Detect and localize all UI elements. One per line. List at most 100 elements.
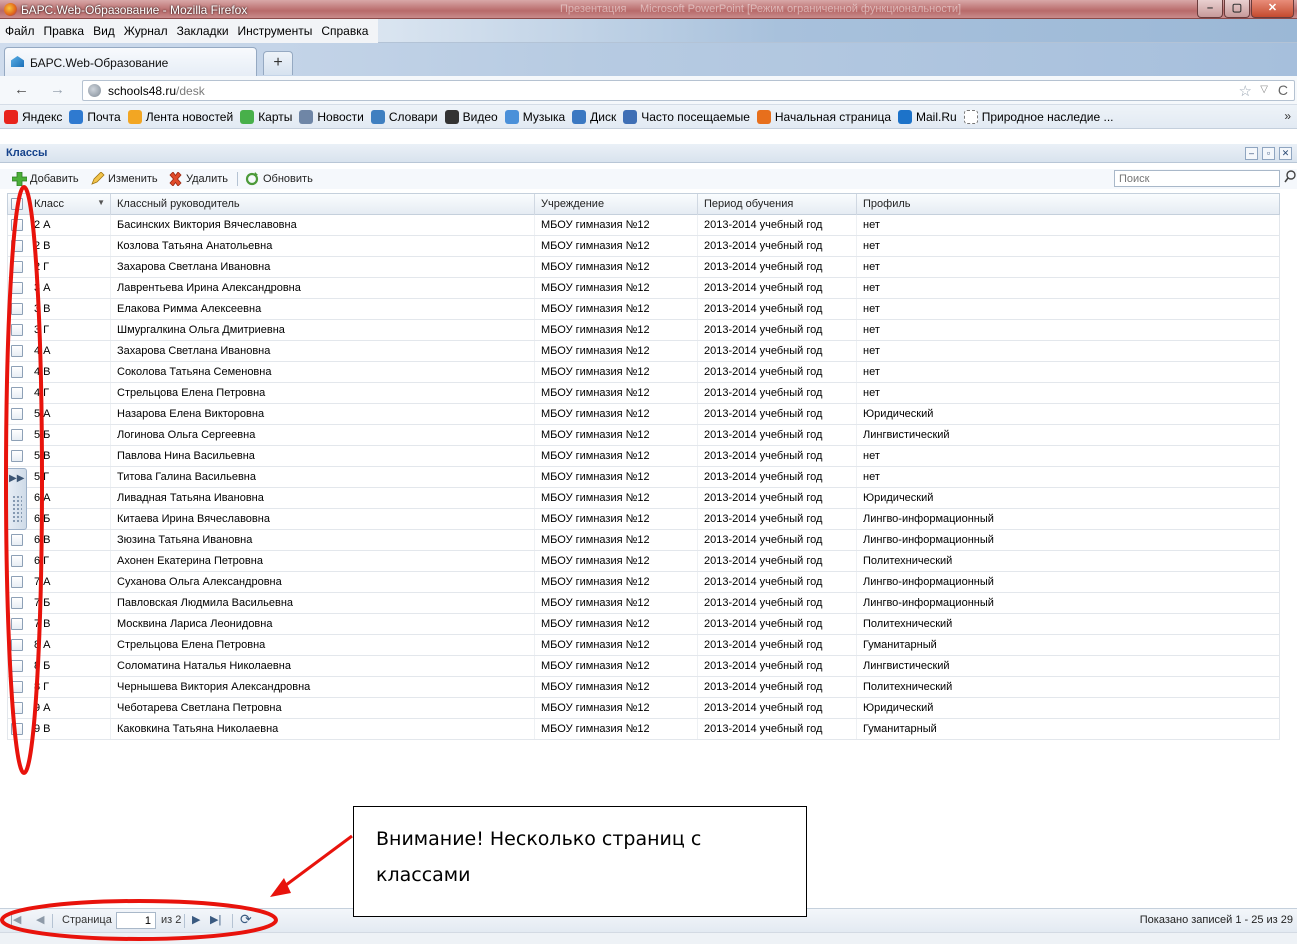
table-row[interactable]: 3 Г Шмургалкина Ольга Дмитриевна МБОУ гимн… [7, 320, 1280, 341]
bookmark-item[interactable]: Диск [572, 110, 616, 124]
side-panel-expand-handle[interactable]: ▶▶ [5, 468, 27, 530]
search-icon[interactable] [1284, 170, 1296, 186]
table-row[interactable]: 9 В Каковкина Татьяна Николаевна МБОУ гимн… [7, 719, 1280, 740]
table-row[interactable]: 3 В Елакова Римма Алексеевна МБОУ гимназия… [7, 299, 1280, 320]
table-row[interactable]: 5 А Назарова Елена Викторовна МБОУ гимнази… [7, 404, 1280, 425]
row-checkbox[interactable] [11, 618, 23, 630]
bookmark-item[interactable]: Словари [370, 110, 438, 124]
table-row[interactable]: 2 А Басинских Виктория Вячеславовна МБОУ г… [7, 215, 1280, 236]
table-row[interactable]: 7 Б Павловская Людмила Васильевна МБОУ гим… [7, 593, 1280, 614]
bookmark-item[interactable]: Часто посещаемые [623, 110, 750, 124]
table-row[interactable]: 8 Б Соломатина Наталья Николаевна МБОУ гим… [7, 656, 1280, 677]
row-checkbox[interactable] [11, 450, 23, 462]
row-checkbox[interactable] [11, 576, 23, 588]
table-row[interactable]: 7 В Москвина Лариса Леонидовна МБОУ гимназ… [7, 614, 1280, 635]
panel-minimize-icon[interactable]: – [1245, 147, 1258, 160]
history-dropdown-icon[interactable]: ▽ [1260, 84, 1268, 95]
row-checkbox[interactable] [11, 219, 23, 231]
row-checkbox[interactable] [11, 681, 23, 693]
table-row[interactable]: 7 А Суханова Ольга Александровна МБОУ гимн… [7, 572, 1280, 593]
column-header-institution[interactable]: Учреждение [535, 194, 698, 215]
next-page-icon[interactable]: ▶ [192, 913, 200, 926]
menu-view[interactable]: Вид [88, 19, 119, 43]
row-checkbox[interactable] [11, 429, 23, 441]
bookmark-item[interactable]: Видео [444, 110, 498, 124]
bookmark-item[interactable]: Музыка [504, 110, 565, 124]
forward-arrow-icon[interactable]: → [50, 81, 65, 98]
back-arrow-icon[interactable]: ← [14, 81, 29, 98]
table-row[interactable]: 2 В Козлова Татьяна Анатольевна МБОУ гимна… [7, 236, 1280, 257]
table-row[interactable]: 4 А Захарова Светлана Ивановна МБОУ гимназ… [7, 341, 1280, 362]
table-row[interactable]: 5 В Павлова Нина Васильевна МБОУ гимназия … [7, 446, 1280, 467]
row-checkbox[interactable] [11, 261, 23, 273]
reload-icon[interactable]: C [1278, 82, 1288, 98]
row-checkbox[interactable] [11, 303, 23, 315]
table-row[interactable]: 6 А Ливадная Татьяна Ивановна МБОУ гимнази… [7, 488, 1280, 509]
table-row[interactable]: 9 А Чеботарева Светлана Петровна МБОУ гимн… [7, 698, 1280, 719]
table-row[interactable]: 3 А Лаврентьева Ирина Александровна МБОУ г… [7, 278, 1280, 299]
menu-help[interactable]: Справка [316, 19, 372, 43]
table-row[interactable]: 4 В Соколова Татьяна Семеновна МБОУ гимназ… [7, 362, 1280, 383]
last-page-icon[interactable]: ▶| [210, 913, 221, 926]
first-page-icon[interactable]: |◀ [10, 913, 21, 926]
bookmark-item[interactable]: Начальная страница [756, 110, 891, 124]
address-bar[interactable]: schools48.ru/desk ☆ ▽ C [82, 80, 1295, 101]
add-button[interactable]: Добавить [11, 171, 79, 187]
refresh-button[interactable]: Обновить [245, 172, 313, 186]
row-checkbox[interactable] [11, 534, 23, 546]
maximize-button[interactable]: ▢ [1224, 0, 1250, 18]
row-checkbox[interactable] [11, 387, 23, 399]
menu-edit[interactable]: Правка [39, 19, 89, 43]
menu-bookmarks[interactable]: Закладки [172, 19, 233, 43]
close-button[interactable]: ✕ [1251, 0, 1294, 18]
bookmark-item[interactable]: Mail.Ru [898, 110, 957, 124]
bookmark-item[interactable]: Природное наследие ... [963, 110, 1114, 124]
table-row[interactable]: 5 Б Логинова Ольга Сергеевна МБОУ гимназия… [7, 425, 1280, 446]
table-row[interactable]: 5 Г Титова Галина Васильевна МБОУ гимназия… [7, 467, 1280, 488]
panel-maximize-icon[interactable]: ▫ [1262, 147, 1275, 160]
table-row[interactable]: 8 Г Чернышева Виктория Александровна МБОУ … [7, 677, 1280, 698]
bookmarks-overflow-icon[interactable]: » [1284, 109, 1291, 123]
column-header-profile[interactable]: Профиль [857, 194, 1279, 215]
bookmark-item[interactable]: Карты [240, 110, 292, 124]
select-all-checkbox[interactable] [11, 198, 23, 210]
refresh-page-icon[interactable]: ⟳ [240, 911, 252, 928]
new-tab-button[interactable]: + [263, 51, 293, 75]
column-header-class[interactable]: Класс ▼ [28, 194, 111, 215]
row-checkbox[interactable] [11, 408, 23, 420]
table-row[interactable]: 6 Г Ахонен Екатерина Петровна МБОУ гимнази… [7, 551, 1280, 572]
previous-page-icon[interactable]: ◀ [36, 913, 44, 926]
row-checkbox[interactable] [11, 324, 23, 336]
row-checkbox[interactable] [11, 366, 23, 378]
edit-button[interactable]: Изменить [90, 171, 158, 186]
bookmark-item[interactable]: Яндекс [4, 110, 62, 124]
table-row[interactable]: 4 Г Стрельцова Елена Петровна МБОУ гимнази… [7, 383, 1280, 404]
page-number-input[interactable] [116, 912, 156, 929]
row-checkbox[interactable] [11, 723, 23, 735]
column-header-teacher[interactable]: Классный руководитель [111, 194, 535, 215]
menu-history[interactable]: Журнал [119, 19, 172, 43]
bookmark-item[interactable]: Новости [299, 110, 364, 124]
column-header-period[interactable]: Период обучения [698, 194, 857, 215]
row-checkbox[interactable] [11, 702, 23, 714]
row-checkbox[interactable] [11, 555, 23, 567]
table-row[interactable]: 6 В Зюзина Татьяна Ивановна МБОУ гимназия … [7, 530, 1280, 551]
menu-tools[interactable]: Инструменты [233, 19, 317, 43]
row-checkbox[interactable] [11, 282, 23, 294]
search-input[interactable] [1114, 170, 1280, 187]
minimize-button[interactable]: – [1197, 0, 1223, 18]
row-checkbox[interactable] [11, 639, 23, 651]
bookmark-star-icon[interactable]: ☆ [1239, 82, 1252, 100]
menu-file[interactable]: Файл [0, 19, 39, 43]
tab-bars-web[interactable]: БАРС.Web-Образование [4, 47, 257, 76]
row-checkbox[interactable] [11, 660, 23, 672]
table-row[interactable]: 8 А Стрельцова Елена Петровна МБОУ гимнази… [7, 635, 1280, 656]
panel-close-icon[interactable]: ✕ [1279, 147, 1292, 160]
table-row[interactable]: 2 Г Захарова Светлана Ивановна МБОУ гимназ… [7, 257, 1280, 278]
bookmark-item[interactable]: Почта [69, 110, 121, 124]
row-checkbox[interactable] [11, 240, 23, 252]
bookmark-item[interactable]: Лента новостей [127, 110, 233, 124]
row-checkbox[interactable] [11, 345, 23, 357]
row-checkbox[interactable] [11, 597, 23, 609]
table-row[interactable]: 6 Б Китаева Ирина Вячеславовна МБОУ гимназ… [7, 509, 1280, 530]
